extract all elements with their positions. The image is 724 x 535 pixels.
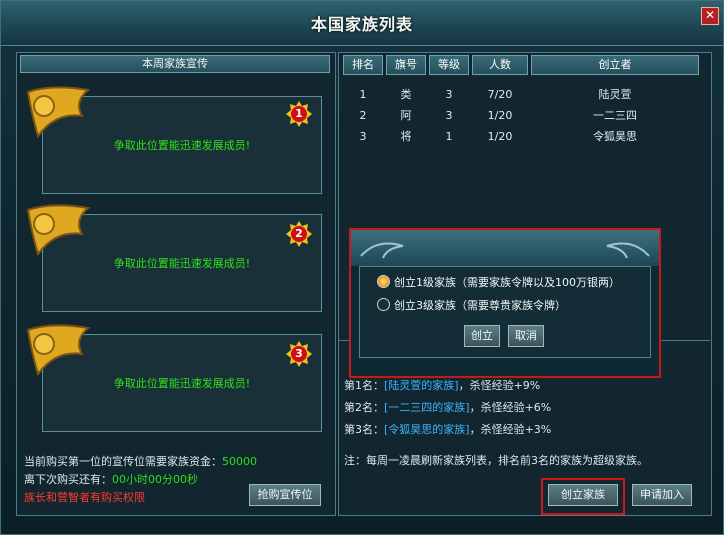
column-header-rank[interactable]: 排名 [343, 55, 383, 75]
dialog-header[interactable] [351, 230, 659, 266]
cell-rank: 2 [359, 109, 367, 122]
cancel-button[interactable]: 取消 [508, 325, 544, 347]
cell-level: 3 [445, 88, 453, 101]
promotion-header: 本周家族宣传 [20, 55, 330, 73]
dialog-body: 创立1级家族（需要家族令牌以及100万银两） 创立3级家族（需要尊贵家族令牌） … [359, 266, 651, 358]
rank-badge-label: 2 [295, 227, 303, 240]
family-link[interactable]: [陆灵萱的家族] [384, 379, 459, 392]
buy-promotion-button[interactable]: 抢购宣传位 [249, 484, 321, 506]
column-header-founder[interactable]: 创立者 [531, 55, 699, 75]
countdown-label: 离下次购买还有： [24, 473, 112, 486]
cell-founder: 令狐昊思 [593, 130, 637, 143]
cell-founder: 一二三四 [593, 109, 637, 122]
close-button[interactable]: ✕ [701, 7, 719, 25]
rank-badge-label: 3 [295, 347, 303, 360]
rank-badge-label: 1 [295, 107, 303, 120]
column-header-level[interactable]: 等级 [429, 55, 469, 75]
cell-flag: 将 [400, 130, 412, 143]
window-title: 本国家族列表 [310, 15, 413, 34]
banner-flag-icon [26, 324, 91, 377]
ornament-icon [360, 242, 650, 259]
column-header-members[interactable]: 人数 [472, 55, 528, 75]
title-bar[interactable]: 本国家族列表 ✕ [1, 1, 723, 46]
cell-members: 1/20 [487, 109, 513, 122]
apply-join-button[interactable]: 申请加入 [632, 484, 692, 506]
cell-rank: 1 [359, 88, 367, 101]
cell-members: 7/20 [487, 88, 513, 101]
option2-radio[interactable] [377, 298, 390, 311]
bonus-line: 第1名：[陆灵萱的家族]，杀怪经验+9% [344, 379, 541, 392]
option1-radio[interactable] [377, 275, 390, 288]
create-family-dialog: 创立1级家族（需要家族令牌以及100万银两） 创立3级家族（需要尊贵家族令牌） … [349, 228, 661, 378]
banner-flag-icon [26, 86, 91, 139]
funds-value: 50000 [222, 455, 257, 468]
funds-info: 当前购买第一位的宣传位需要家族资金：50000 [24, 453, 257, 469]
permission-note: 族长和营智者有购买权限 [24, 491, 145, 504]
confirm-create-button[interactable]: 创立 [464, 325, 500, 347]
cell-rank: 3 [359, 130, 367, 143]
option1-label[interactable]: 创立1级家族（需要家族令牌以及100万银两） [394, 274, 620, 290]
bonus-line: 第3名：[令狐昊思的家族]，杀怪经验+3% [344, 423, 552, 436]
option2-label[interactable]: 创立3级家族（需要尊贵家族令牌） [394, 297, 566, 313]
bonus-line: 第2名：[一二三四的家族]，杀怪经验+6% [344, 401, 552, 414]
countdown-value: 00小时00分00秒 [112, 473, 198, 486]
cell-level: 1 [445, 130, 453, 143]
column-header-flag[interactable]: 旗号 [386, 55, 426, 75]
family-link[interactable]: [一二三四的家族] [384, 401, 470, 414]
cell-flag: 类 [400, 88, 412, 101]
banner-flag-icon [26, 204, 91, 257]
funds-label: 当前购买第一位的宣传位需要家族资金： [24, 455, 222, 468]
refresh-note: 注：每周一凌晨刷新家族列表，排名前3名的家族为超级家族。 [344, 454, 648, 467]
family-link[interactable]: [令狐昊思的家族] [384, 423, 470, 436]
create-family-button[interactable]: 创立家族 [548, 484, 618, 506]
cell-flag: 阿 [400, 109, 412, 122]
cell-founder: 陆灵萱 [598, 88, 632, 101]
countdown-info: 离下次购买还有：00小时00分00秒 [24, 471, 198, 487]
cell-level: 3 [445, 109, 453, 122]
cell-members: 1/20 [487, 130, 513, 143]
